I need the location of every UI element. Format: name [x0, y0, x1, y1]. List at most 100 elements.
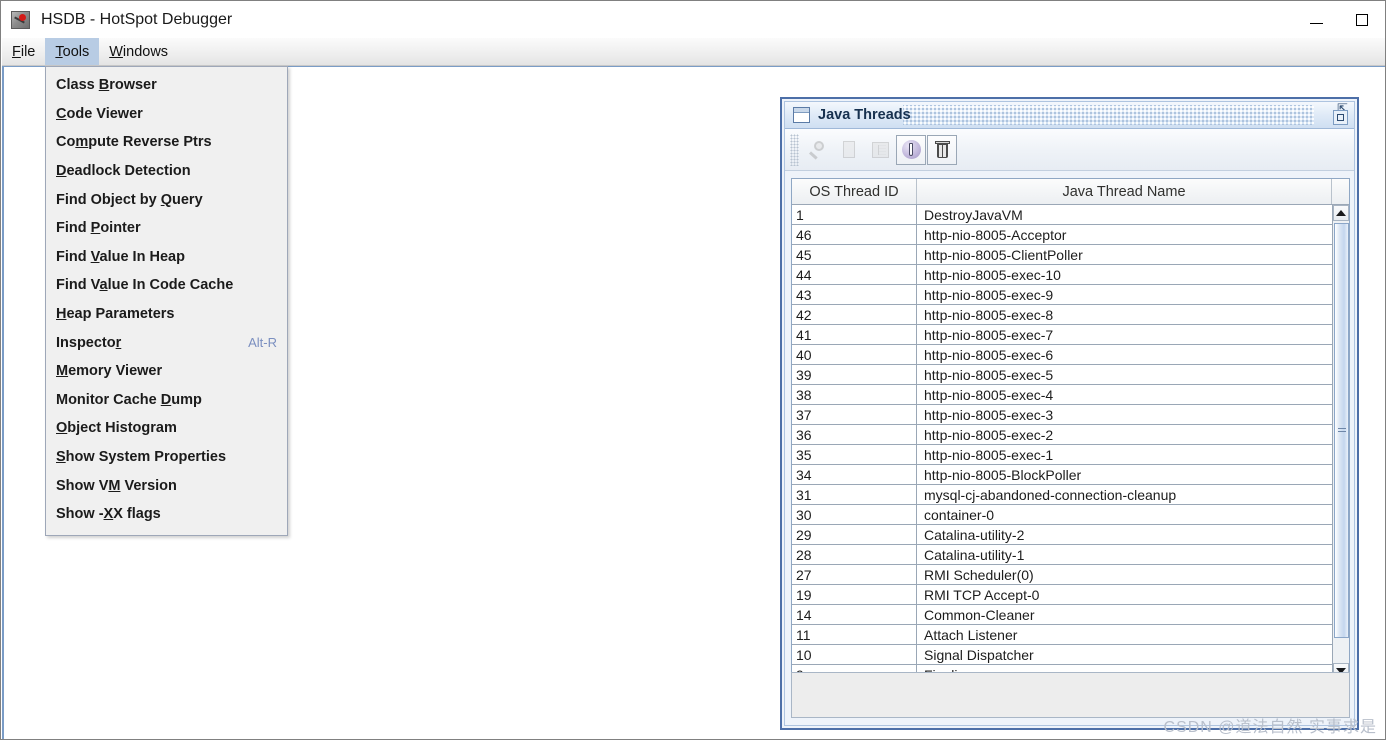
- tools-menu-popup: Class Browser Code Viewer Compute Reverse …: [45, 66, 288, 536]
- tools-menu-item-compute-reverse-ptrs[interactable]: Compute Reverse Ptrs: [46, 128, 287, 157]
- window-frame-icon: [793, 107, 810, 123]
- table-row[interactable]: 39 http-nio-8005-exec-5: [792, 365, 1332, 385]
- cell-java-thread-name: http-nio-8005-exec-3: [924, 406, 1054, 423]
- toolbar-drag-handle[interactable]: [790, 133, 799, 166]
- thread-info-button[interactable]: [896, 134, 926, 165]
- table-row[interactable]: 42 http-nio-8005-exec-8: [792, 305, 1332, 325]
- table-row[interactable]: 27 RMI Scheduler(0): [792, 565, 1332, 585]
- tools-menu-item-label: Heap Parameters: [56, 306, 175, 323]
- table-row[interactable]: 19 RMI TCP Accept-0: [792, 585, 1332, 605]
- cell-java-thread-name: http-nio-8005-exec-5: [924, 366, 1054, 383]
- java-threads-window[interactable]: Java Threads ⇱ OS Thread ID Java Thread …: [780, 97, 1359, 730]
- cell-java-thread-name: DestroyJavaVM: [924, 206, 1023, 223]
- tools-menu-item-find-value-in-code-cache[interactable]: Find Value In Code Cache: [46, 271, 287, 300]
- cell-os-thread-id: 43: [792, 285, 917, 304]
- tools-menu-item-label: Find Pointer: [56, 220, 141, 237]
- magnifier-icon: [808, 140, 827, 160]
- column-header-java-thread-name[interactable]: Java Thread Name: [917, 179, 1332, 204]
- tools-menu-item-inspector[interactable]: Inspector Alt-R: [46, 328, 287, 357]
- cell-java-thread-name: http-nio-8005-exec-2: [924, 426, 1054, 443]
- tools-menu-item-label: Code Viewer: [56, 105, 143, 122]
- cell-java-thread-name: Catalina-utility-2: [924, 526, 1025, 543]
- cell-os-thread-id: 28: [792, 545, 917, 564]
- cell-os-thread-id: 41: [792, 325, 917, 344]
- cell-java-thread-name: Common-Cleaner: [924, 606, 1035, 623]
- code-viewer-button[interactable]: [865, 135, 895, 165]
- cell-java-thread-name: http-nio-8005-exec-7: [924, 326, 1054, 343]
- tools-menu-item-code-viewer[interactable]: Code Viewer: [46, 100, 287, 129]
- java-threads-inner: Java Threads ⇱ OS Thread ID Java Thread …: [784, 101, 1355, 726]
- tools-menu-item-memory-viewer[interactable]: Memory Viewer: [46, 357, 287, 386]
- table-row[interactable]: 45 http-nio-8005-ClientPoller: [792, 245, 1332, 265]
- cell-os-thread-id: 19: [792, 585, 917, 604]
- column-header-filler: [1332, 179, 1349, 204]
- maximize-button[interactable]: [1339, 2, 1385, 38]
- window-titlebar: HSDB - HotSpot Debugger: [2, 2, 1385, 38]
- maximize-icon: [1356, 14, 1368, 26]
- window-title: HSDB - HotSpot Debugger: [41, 11, 233, 28]
- cell-java-thread-name: http-nio-8005-exec-10: [924, 266, 1061, 283]
- table-row[interactable]: 28 Catalina-utility-1: [792, 545, 1332, 565]
- scroll-up-button[interactable]: [1333, 205, 1349, 221]
- table-row[interactable]: 31 mysql-cj-abandoned-connection-cleanup: [792, 485, 1332, 505]
- cell-os-thread-id: 36: [792, 425, 917, 444]
- menu-tools[interactable]: Tools: [45, 38, 100, 65]
- cell-java-thread-name: http-nio-8005-exec-8: [924, 306, 1054, 323]
- tools-menu-item-show-vm-version[interactable]: Show VM Version: [46, 471, 287, 500]
- tools-menu-item-label: Find Object by Query: [56, 191, 203, 208]
- tools-menu-item-label: Find Value In Heap: [56, 248, 185, 265]
- cell-os-thread-id: 1: [792, 205, 917, 224]
- cell-os-thread-id: 14: [792, 605, 917, 624]
- table-row[interactable]: 40 http-nio-8005-exec-6: [792, 345, 1332, 365]
- table-row[interactable]: 10 Signal Dispatcher: [792, 645, 1332, 665]
- inspect-button[interactable]: [803, 135, 833, 165]
- tools-menu-item-find-pointer[interactable]: Find Pointer: [46, 214, 287, 243]
- stack-memory-button[interactable]: [834, 135, 864, 165]
- minimize-icon: [1309, 22, 1323, 24]
- scrollbar-thumb[interactable]: [1334, 223, 1349, 638]
- cell-os-thread-id: 34: [792, 465, 917, 484]
- table-vertical-scrollbar[interactable]: [1332, 205, 1349, 679]
- tools-menu-item-find-object-by-query[interactable]: Find Object by Query: [46, 185, 287, 214]
- minimize-button[interactable]: [1293, 2, 1339, 38]
- table-row[interactable]: 11 Attach Listener: [792, 625, 1332, 645]
- scrollbar-grip-icon: [1338, 427, 1346, 434]
- menu-file[interactable]: File: [2, 38, 45, 65]
- tools-menu-item-deadlock-detection[interactable]: Deadlock Detection: [46, 157, 287, 186]
- java-threads-titlebar[interactable]: Java Threads ⇱: [785, 102, 1354, 129]
- tools-menu-item-label: Monitor Cache Dump: [56, 391, 202, 408]
- trash-icon: [934, 141, 950, 158]
- table-row[interactable]: 36 http-nio-8005-exec-2: [792, 425, 1332, 445]
- java-threads-frame-controls: [1333, 106, 1354, 125]
- table-row[interactable]: 34 http-nio-8005-BlockPoller: [792, 465, 1332, 485]
- column-header-os-thread-id[interactable]: OS Thread ID: [792, 179, 917, 204]
- table-row[interactable]: 38 http-nio-8005-exec-4: [792, 385, 1332, 405]
- table-row[interactable]: 37 http-nio-8005-exec-3: [792, 405, 1332, 425]
- tools-menu-item-show-xx-flags[interactable]: Show -XX flags: [46, 500, 287, 529]
- tools-menu-item-monitor-cache-dump[interactable]: Monitor Cache Dump: [46, 386, 287, 415]
- cell-os-thread-id: 39: [792, 365, 917, 384]
- clear-button[interactable]: [927, 134, 957, 165]
- table-row[interactable]: 46 http-nio-8005-Acceptor: [792, 225, 1332, 245]
- java-threads-status-panel: [791, 672, 1350, 718]
- cell-java-thread-name: mysql-cj-abandoned-connection-cleanup: [924, 486, 1177, 503]
- tools-menu-item-object-histogram[interactable]: Object Histogram: [46, 414, 287, 443]
- table-row[interactable]: 41 http-nio-8005-exec-7: [792, 325, 1332, 345]
- tools-menu-item-show-system-properties[interactable]: Show System Properties: [46, 443, 287, 472]
- menu-windows[interactable]: Windows: [99, 38, 178, 65]
- tools-menu-item-heap-parameters[interactable]: Heap Parameters: [46, 300, 287, 329]
- page-icon: [843, 141, 855, 158]
- table-row[interactable]: 1 DestroyJavaVM: [792, 205, 1332, 225]
- table-row[interactable]: 29 Catalina-utility-2: [792, 525, 1332, 545]
- table-row[interactable]: 14 Common-Cleaner: [792, 605, 1332, 625]
- restore-frame-button[interactable]: [1333, 109, 1348, 125]
- table-row[interactable]: 44 http-nio-8005-exec-10: [792, 265, 1332, 285]
- restore-icon: [1337, 113, 1344, 121]
- table-row[interactable]: 43 http-nio-8005-exec-9: [792, 285, 1332, 305]
- triangle-up-icon: [1336, 210, 1346, 216]
- tools-menu-item-label: Show System Properties: [56, 449, 227, 466]
- table-row[interactable]: 35 http-nio-8005-exec-1: [792, 445, 1332, 465]
- tools-menu-item-find-value-in-heap[interactable]: Find Value In Heap: [46, 243, 287, 272]
- tools-menu-item-class-browser[interactable]: Class Browser: [46, 71, 287, 100]
- table-row[interactable]: 30 container-0: [792, 505, 1332, 525]
